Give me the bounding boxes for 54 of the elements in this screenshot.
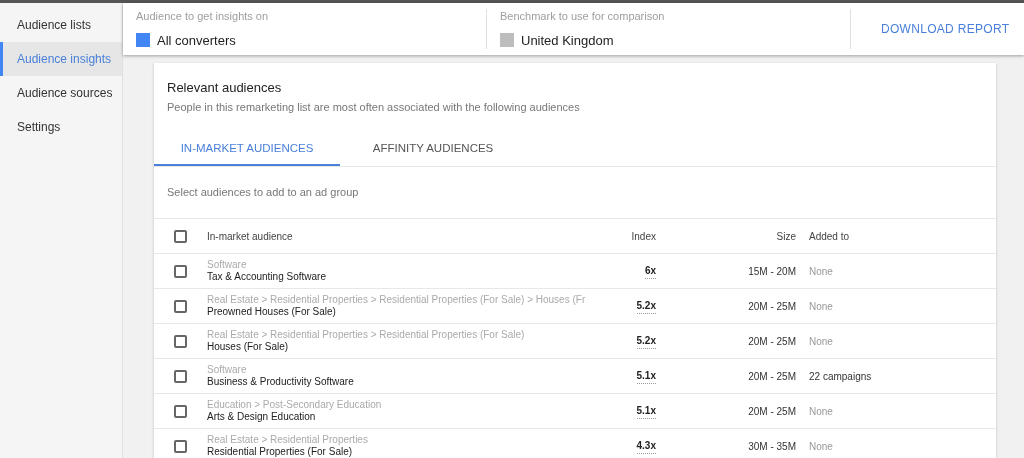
column-header: Index [631,229,656,244]
sidebar-item[interactable]: Audience sources [0,76,122,110]
size-range: 20M - 25M [748,404,796,419]
checkbox[interactable] [174,334,187,348]
index-value: 5.1x [636,403,656,419]
index-value: 4.3x [636,438,656,454]
added-to-text: None [809,264,834,279]
added-to-text: None [809,404,834,419]
size-range: 20M - 25M [748,369,796,384]
checkbox[interactable] [174,264,187,278]
index-value: 5.2x [636,333,656,349]
field-label: Audience to get insights on [136,9,270,24]
size-range: 20M - 25M [748,299,796,314]
added-to-text: None [809,439,834,454]
category-path: Real Estate > Residential Properties > Residential Properties (For Sale) [207,329,525,341]
added-to-text: None [809,299,834,314]
column-header: Added to [809,229,851,244]
audience-name: Houses (For Sale) [207,341,290,353]
card-subtitle: People in this remarketing list are most often associated with the following audiences [167,99,581,115]
index-value: 5.2x [636,298,656,314]
field-value[interactable]: United Kingdom [521,30,614,50]
category-path: Real Estate > Residential Properties > Residential Properties (For Sale) > Houses (Fr [207,294,586,306]
checkbox[interactable] [174,229,187,243]
tab[interactable]: IN-MARKET AUDIENCES [154,133,340,166]
category-path: Software [207,259,247,271]
card-title: Relevant audiences [167,79,283,97]
audience-name: Preowned Houses (For Sale) [207,306,337,318]
column-header: Size [776,229,796,244]
category-path: Education > Post-Secondary Education [207,399,382,411]
added-to-text: None [809,334,834,349]
index-value: 5.1x [636,368,656,384]
checkbox[interactable] [174,439,187,453]
audience-name: Arts & Design Education [207,411,317,423]
audience-name: Business & Productivity Software [207,376,355,388]
sidebar-item[interactable]: Audience lists [0,8,122,42]
column-header: In-market audience [207,229,294,244]
audience-name: Residential Properties (For Sale) [207,446,354,458]
tab[interactable]: AFFINITY AUDIENCES [340,133,526,166]
field-value[interactable]: All converters [157,30,236,50]
sidebar-item[interactable]: Settings [0,110,122,144]
audience-name: Tax & Accounting Software [207,271,327,283]
download-report-button[interactable]: DOWNLOAD REPORT [881,20,1010,38]
hint-text: Select audiences to add to an ad group [167,185,359,201]
checkbox[interactable] [174,369,187,383]
field-label: Benchmark to use for comparison [500,9,666,24]
category-path: Real Estate > Residential Properties [207,434,368,446]
category-path: Software [207,364,247,376]
size-range: 20M - 25M [748,334,796,349]
checkbox[interactable] [174,299,187,313]
size-range: 15M - 20M [748,264,796,279]
index-value: 6x [644,263,656,279]
added-to-text: 22 campaigns [809,369,873,384]
checkbox[interactable] [174,404,187,418]
size-range: 30M - 35M [748,439,796,454]
